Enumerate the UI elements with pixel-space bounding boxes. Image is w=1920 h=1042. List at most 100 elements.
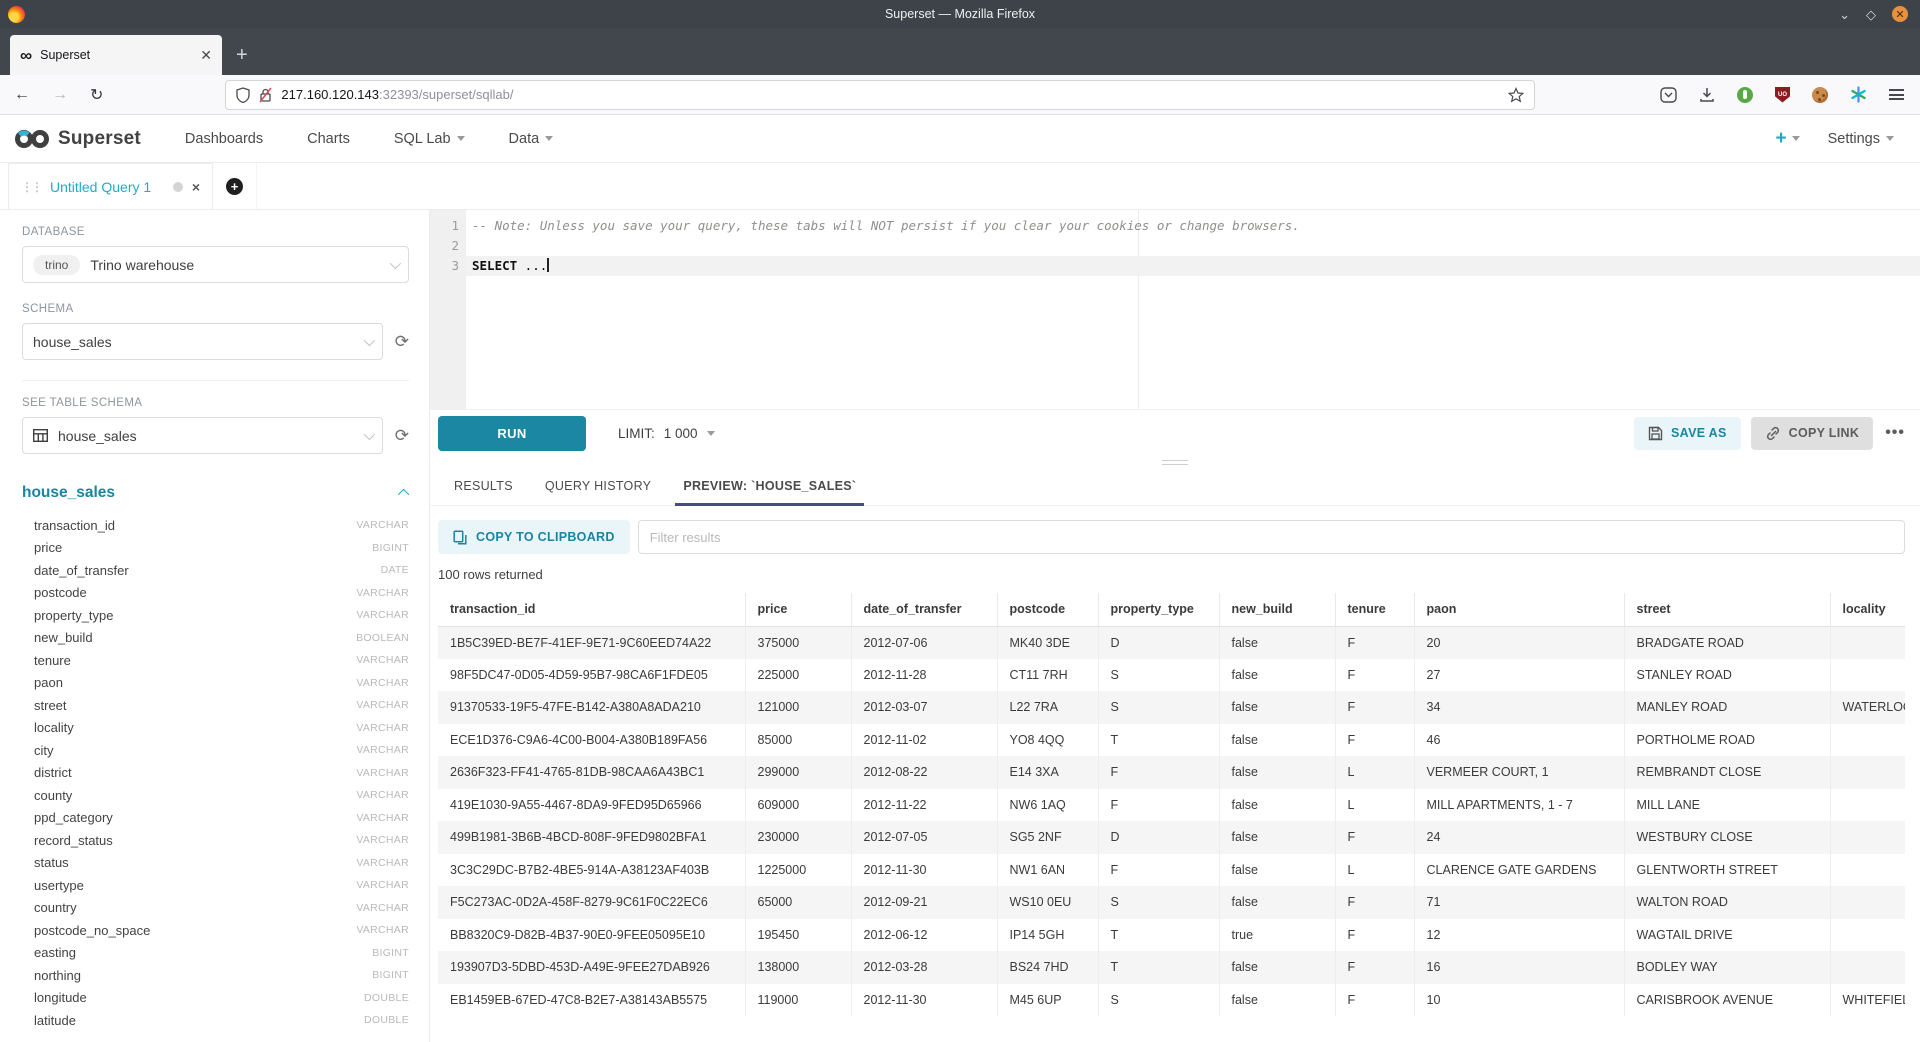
close-icon[interactable]: ✕	[1892, 6, 1908, 22]
new-tab-button[interactable]: +	[236, 44, 248, 75]
sql-editor[interactable]: 1 2 3 -- Note: Unless you save your quer…	[430, 210, 1920, 410]
insecure-lock-icon[interactable]	[258, 87, 273, 103]
schema-column-row[interactable]: postcode_no_spaceVARCHAR	[22, 919, 409, 942]
maximize-icon[interactable]: ◇	[1866, 8, 1876, 21]
schema-column-row[interactable]: eastingBIGINT	[22, 942, 409, 965]
back-icon[interactable]: ←	[14, 86, 30, 104]
screen: Superset — Mozilla Firefox ⌄ ◇ ✕ ∞ Super…	[0, 0, 1920, 1042]
column-header[interactable]: transaction_id	[438, 593, 745, 626]
schema-label: SCHEMA	[22, 303, 409, 315]
nav-item-charts[interactable]: Charts	[285, 131, 372, 147]
schema-column-row[interactable]: countyVARCHAR	[22, 784, 409, 807]
schema-column-row[interactable]: record_statusVARCHAR	[22, 829, 409, 852]
superset-brand[interactable]: Superset	[0, 128, 141, 150]
table-cell: 10	[1414, 984, 1624, 1017]
schema-column-row[interactable]: new_buildBOOLEAN	[22, 627, 409, 650]
superset-logo-icon	[14, 128, 50, 150]
cookie-extension-icon[interactable]	[1812, 87, 1828, 103]
pane-splitter[interactable]	[430, 456, 1920, 469]
ublock-icon[interactable]: UO	[1775, 87, 1790, 103]
column-header[interactable]: paon	[1414, 593, 1624, 626]
table-cell: NW1 6AN	[997, 854, 1098, 887]
schema-column-row[interactable]: longitudeDOUBLE	[22, 987, 409, 1010]
schema-column-row[interactable]: transaction_idVARCHAR	[22, 514, 409, 537]
tab-close-icon[interactable]: ✕	[200, 47, 212, 64]
more-options-button[interactable]: •••	[1885, 424, 1905, 442]
new-query-tab-button[interactable]: +	[213, 163, 257, 209]
schema-column-row[interactable]: streetVARCHAR	[22, 694, 409, 717]
column-header[interactable]: locality	[1830, 593, 1905, 626]
schema-column-row[interactable]: paonVARCHAR	[22, 672, 409, 695]
table-cell: S	[1098, 886, 1219, 919]
table-cell: F	[1335, 659, 1414, 692]
schema-column-row[interactable]: tenureVARCHAR	[22, 649, 409, 672]
schema-column-row[interactable]: usertypeVARCHAR	[22, 874, 409, 897]
results-actions: COPY TO CLIPBOARD	[438, 520, 1905, 554]
schema-column-row[interactable]: countryVARCHAR	[22, 897, 409, 920]
schema-column-row[interactable]: priceBIGINT	[22, 537, 409, 560]
new-item-button[interactable]: +	[1775, 128, 1799, 150]
run-button[interactable]: RUN	[438, 416, 586, 451]
schema-column-row[interactable]: statusVARCHAR	[22, 852, 409, 875]
refresh-table-icon[interactable]: ⟳	[395, 426, 409, 446]
filter-results-input[interactable]	[638, 520, 1905, 554]
column-header[interactable]: new_build	[1219, 593, 1335, 626]
results-tab-2[interactable]: PREVIEW: `HOUSE_SALES`	[667, 469, 872, 505]
column-header[interactable]: street	[1624, 593, 1830, 626]
nav-item-data[interactable]: Data	[487, 131, 576, 147]
chevron-down-icon	[457, 136, 465, 141]
browser-tab[interactable]: ∞ Superset ✕	[10, 35, 222, 75]
table-cell: WALTON ROAD	[1624, 886, 1830, 919]
results-tab-0[interactable]: RESULTS	[438, 469, 529, 505]
query-tab[interactable]: ⋮⋮ Untitled Query 1 ×	[8, 163, 213, 209]
tracking-shield-icon[interactable]	[236, 87, 250, 103]
database-select[interactable]: trino Trino warehouse	[22, 246, 409, 283]
schema-column-row[interactable]: latitudeDOUBLE	[22, 1009, 409, 1032]
column-name: country	[34, 900, 356, 915]
schema-column-row[interactable]: localityVARCHAR	[22, 717, 409, 740]
url-bar[interactable]: 217.160.120.143:32393/superset/sqllab/	[225, 80, 1535, 110]
column-header[interactable]: price	[745, 593, 851, 626]
extension-green-icon[interactable]	[1737, 87, 1753, 103]
schema-column-row[interactable]: cityVARCHAR	[22, 739, 409, 762]
table-select[interactable]: house_sales	[22, 417, 383, 454]
table-cell: EB1459EB-67ED-47C8-B2E7-A38143AB5575	[438, 984, 745, 1017]
column-header[interactable]: date_of_transfer	[851, 593, 997, 626]
results-tab-1[interactable]: QUERY HISTORY	[529, 469, 667, 505]
nav-item-sql-lab[interactable]: SQL Lab	[372, 131, 487, 147]
table-cell: MILL APARTMENTS, 1 - 7	[1414, 789, 1624, 822]
query-tab-title: Untitled Query 1	[50, 179, 164, 195]
nav-item-dashboards[interactable]: Dashboards	[163, 131, 285, 147]
settings-menu[interactable]: Settings	[1828, 131, 1894, 147]
drag-handle-icon[interactable]: ⋮⋮	[21, 180, 41, 194]
query-tab-close-icon[interactable]: ×	[192, 179, 200, 195]
table-schema-title[interactable]: house_sales	[22, 484, 401, 502]
save-as-button[interactable]: SAVE AS	[1634, 417, 1741, 450]
column-header[interactable]: tenure	[1335, 593, 1414, 626]
copy-link-button[interactable]: COPY LINK	[1751, 417, 1874, 450]
column-header[interactable]: postcode	[997, 593, 1098, 626]
refresh-schema-icon[interactable]: ⟳	[395, 332, 409, 352]
pocket-icon[interactable]	[1660, 87, 1677, 103]
chevron-down-icon	[707, 431, 715, 436]
limit-dropdown[interactable]: LIMIT: 1 000	[618, 426, 715, 441]
menu-hamburger-icon[interactable]	[1889, 89, 1904, 100]
bookmark-star-icon[interactable]	[1508, 87, 1524, 103]
schema-column-row[interactable]: districtVARCHAR	[22, 762, 409, 785]
copy-to-clipboard-button[interactable]: COPY TO CLIPBOARD	[438, 520, 630, 554]
forward-icon[interactable]: →	[52, 86, 68, 104]
table-cell: 299000	[745, 756, 851, 789]
snowflake-extension-icon[interactable]	[1850, 86, 1867, 103]
column-header[interactable]: property_type	[1098, 593, 1219, 626]
schema-column-row[interactable]: northingBIGINT	[22, 964, 409, 987]
reload-icon[interactable]: ↻	[90, 85, 103, 105]
schema-column-row[interactable]: date_of_transferDATE	[22, 559, 409, 582]
schema-column-row[interactable]: property_typeVARCHAR	[22, 604, 409, 627]
schema-column-row[interactable]: postcodeVARCHAR	[22, 582, 409, 605]
minimize-icon[interactable]: ⌄	[1839, 8, 1850, 21]
table-schema-label: SEE TABLE SCHEMA	[22, 397, 409, 409]
table-cell: CT11 7RH	[997, 659, 1098, 692]
downloads-icon[interactable]	[1699, 87, 1715, 103]
schema-column-row[interactable]: ppd_categoryVARCHAR	[22, 807, 409, 830]
schema-select[interactable]: house_sales	[22, 323, 383, 360]
